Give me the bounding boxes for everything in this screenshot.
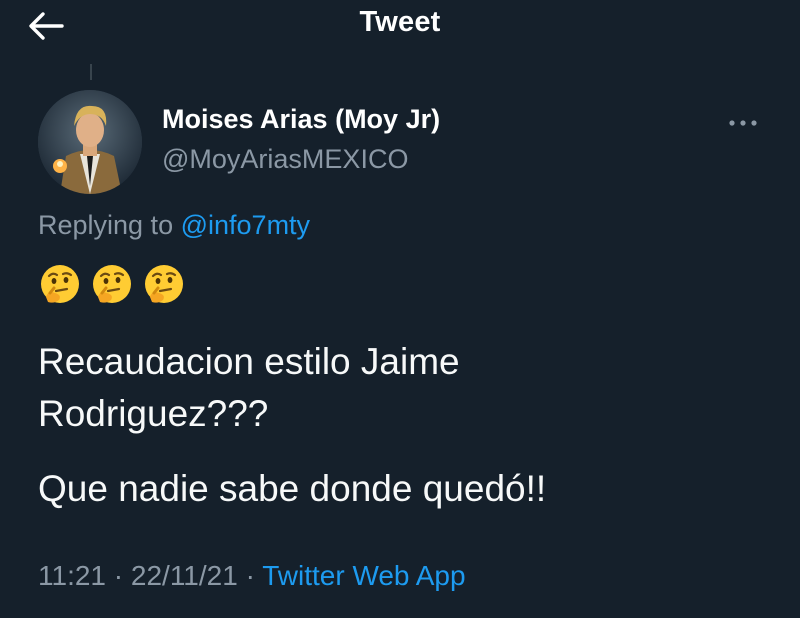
tweet-source-link[interactable]: Twitter Web App [262, 560, 465, 591]
tweet-date[interactable]: 22/11/21 [131, 560, 238, 591]
author-handle[interactable]: @MoyAriasMEXICO [162, 144, 408, 175]
more-horizontal-icon [729, 120, 757, 126]
thinking-face-icon [41, 265, 79, 303]
emoji-row [38, 262, 186, 306]
top-bar: Tweet [0, 0, 800, 50]
replying-to-label: Replying to [38, 210, 174, 240]
tweet-detail-page: Tweet Moises Arias (Moy Jr) @MoyAriasMEX… [0, 0, 800, 618]
avatar[interactable] [38, 90, 142, 194]
reply-mention-link[interactable]: @info7mty [181, 210, 310, 240]
replying-to: Replying to @info7mty [38, 210, 310, 241]
tweet-time[interactable]: 11:21 [38, 560, 106, 591]
tweet-text-line-3: Que nadie sabe donde quedó!! [38, 468, 547, 509]
thinking-face-icon [145, 265, 183, 303]
thinking-face-icon [93, 265, 131, 303]
page-title: Tweet [359, 6, 441, 38]
author-display-name[interactable]: Moises Arias (Moy Jr) [162, 104, 440, 135]
thread-connector [90, 64, 92, 80]
avatar-illustration [38, 90, 142, 194]
more-options-button[interactable] [718, 108, 768, 138]
tweet-metadata: 11:21 · 22/11/21 · Twitter Web App [38, 560, 466, 592]
tweet-text-line-1: Recaudacion estilo Jaime [38, 341, 460, 382]
meta-separator: · [113, 560, 124, 591]
tweet-text-line-2: Rodriguez??? [38, 393, 269, 434]
meta-separator: · [245, 560, 255, 591]
